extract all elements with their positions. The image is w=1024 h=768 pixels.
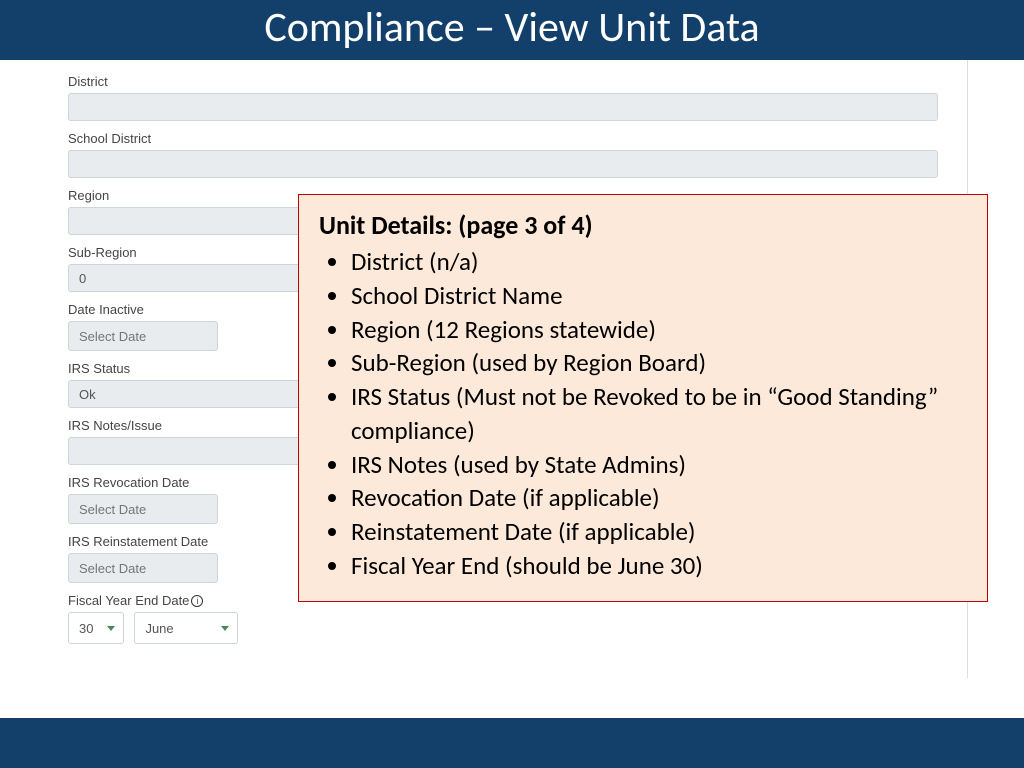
fiscal-day-select[interactable]: 30 (68, 612, 124, 644)
callout-list: District (n/a) School District Name Regi… (319, 245, 967, 583)
page-title: Compliance – View Unit Data (264, 2, 759, 53)
date-inactive-input[interactable] (68, 321, 218, 351)
content-area: District School District Region Sub-Regi… (0, 60, 1024, 718)
irs-reinstatement-input[interactable] (68, 553, 218, 583)
fiscal-day-value: 30 (79, 621, 93, 636)
info-icon[interactable]: i (191, 595, 203, 607)
callout-item: Fiscal Year End (should be June 30) (351, 549, 967, 583)
chevron-down-icon (107, 626, 115, 631)
fiscal-month-select[interactable]: June (134, 612, 238, 644)
district-input[interactable] (68, 93, 938, 121)
district-label: District (68, 74, 940, 89)
school-district-label: School District (68, 131, 940, 146)
callout-item: Reinstatement Date (if applicable) (351, 515, 967, 549)
callout-item: Sub-Region (used by Region Board) (351, 346, 967, 380)
chevron-down-icon (221, 626, 229, 631)
fiscal-month-value: June (145, 621, 173, 636)
school-district-input[interactable] (68, 150, 938, 178)
callout-item: District (n/a) (351, 245, 967, 279)
callout-item: School District Name (351, 279, 967, 313)
irs-revocation-input[interactable] (68, 494, 218, 524)
callout-title: Unit Details: (page 3 of 4) (319, 209, 967, 241)
callout-item: Revocation Date (if applicable) (351, 481, 967, 515)
help-callout: Unit Details: (page 3 of 4) District (n/… (298, 194, 988, 602)
callout-item: Region (12 Regions statewide) (351, 313, 967, 347)
callout-item: IRS Notes (used by State Admins) (351, 448, 967, 482)
page-header: Compliance – View Unit Data (0, 0, 1024, 60)
page-footer (0, 718, 1024, 768)
fiscal-year-end-label-text: Fiscal Year End Date (68, 593, 189, 608)
callout-item: IRS Status (Must not be Revoked to be in… (351, 380, 967, 448)
